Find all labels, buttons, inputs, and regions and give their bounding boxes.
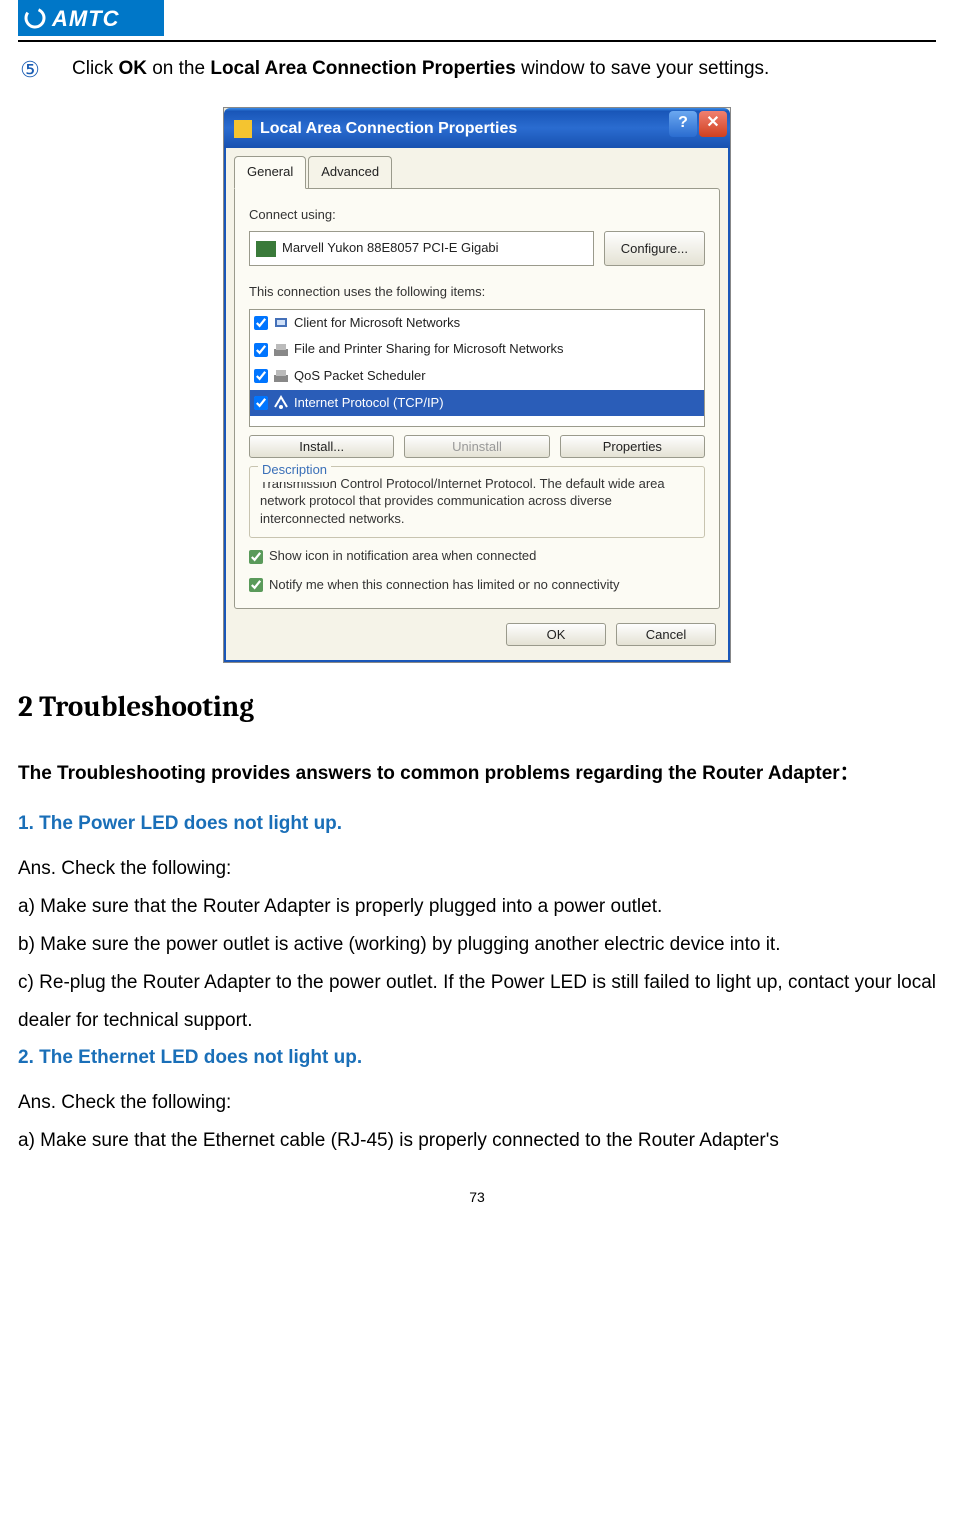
help-button[interactable]: ? — [669, 111, 697, 137]
step-number: ⑤ — [18, 56, 42, 85]
uninstall-button: Uninstall — [404, 435, 549, 458]
notify-label: Notify me when this connection has limit… — [269, 573, 619, 598]
tab-general-label: General — [247, 164, 293, 179]
connect-using-label: Connect using: — [249, 203, 705, 228]
install-label: Install... — [299, 439, 344, 454]
component-icon — [272, 314, 290, 332]
cancel-label: Cancel — [646, 627, 686, 642]
item-checkbox[interactable] — [254, 316, 268, 330]
question-2-title: 2. The Ethernet LED does not light up. — [18, 1040, 936, 1076]
page-number: 73 — [18, 1184, 936, 1211]
list-item-selected[interactable]: Internet Protocol (TCP/IP) — [250, 390, 704, 417]
t4: Local Area Connection Properties — [210, 58, 515, 79]
screenshot-container: Local Area Connection Properties ? ✕ Gen… — [18, 107, 936, 663]
item-checkbox[interactable] — [254, 369, 268, 383]
list-item[interactable]: Client for Microsoft Networks — [250, 310, 704, 337]
document-page: AMTC ⑤ Click OK on the Local Area Connec… — [0, 0, 954, 1240]
protocol-icon — [272, 394, 290, 412]
notify-checkbox[interactable] — [249, 578, 263, 592]
t5: window to save your settings. — [516, 58, 769, 79]
header-rule — [18, 40, 936, 42]
answer-1b: b) Make sure the power outlet is active … — [18, 926, 936, 964]
properties-label: Properties — [603, 439, 662, 454]
t1: Click — [72, 58, 118, 79]
cancel-button[interactable]: Cancel — [616, 623, 716, 646]
description-text: Transmission Control Protocol/Internet P… — [260, 475, 694, 528]
section-intro: The Troubleshooting provides answers to … — [18, 756, 936, 792]
install-button[interactable]: Install... — [249, 435, 394, 458]
component-icon — [272, 341, 290, 359]
show-icon-label: Show icon in notification area when conn… — [269, 544, 536, 569]
show-icon-option[interactable]: Show icon in notification area when conn… — [249, 544, 705, 569]
connection-items-list[interactable]: Client for Microsoft Networks File and P… — [249, 309, 705, 427]
description-legend: Description — [258, 458, 331, 483]
adapter-field[interactable]: Marvell Yukon 88E8057 PCI-E Gigabi — [249, 231, 594, 266]
list-item[interactable]: QoS Packet Scheduler — [250, 363, 704, 390]
adapter-name: Marvell Yukon 88E8057 PCI-E Gigabi — [282, 236, 499, 261]
dialog-title: Local Area Connection Properties — [260, 114, 517, 144]
notify-option[interactable]: Notify me when this connection has limit… — [249, 573, 705, 598]
close-icon: ✕ — [706, 108, 719, 138]
ok-label: OK — [547, 627, 566, 642]
nic-icon — [256, 241, 276, 257]
tab-advanced-label: Advanced — [321, 164, 379, 179]
tab-content: Connect using: Marvell Yukon 88E8057 PCI… — [234, 188, 720, 609]
properties-dialog: Local Area Connection Properties ? ✕ Gen… — [223, 107, 731, 663]
section-heading: 2 Troubleshooting — [18, 691, 936, 726]
uninstall-label: Uninstall — [452, 439, 502, 454]
brand-logo: AMTC — [18, 0, 164, 36]
close-button[interactable]: ✕ — [699, 111, 727, 137]
description-group: Description Transmission Control Protoco… — [249, 466, 705, 539]
question-1-title: 1. The Power LED does not light up. — [18, 806, 936, 842]
list-item[interactable]: File and Printer Sharing for Microsoft N… — [250, 336, 704, 363]
tab-general[interactable]: General — [234, 156, 306, 189]
answer-label: Ans. Check the following: — [18, 1084, 936, 1122]
instruction-step: ⑤ Click OK on the Local Area Connection … — [18, 56, 936, 85]
answer-1a: a) Make sure that the Router Adapter is … — [18, 888, 936, 926]
item-checkbox[interactable] — [254, 343, 268, 357]
show-icon-checkbox[interactable] — [249, 550, 263, 564]
svg-text:AMTC: AMTC — [51, 6, 120, 31]
ok-button[interactable]: OK — [506, 623, 606, 646]
tab-advanced[interactable]: Advanced — [308, 156, 392, 188]
dialog-titlebar[interactable]: Local Area Connection Properties — [224, 108, 669, 148]
item-label: Internet Protocol (TCP/IP) — [294, 391, 444, 416]
component-icon — [272, 367, 290, 385]
answer-1c: c) Re-plug the Router Adapter to the pow… — [18, 964, 936, 1040]
items-label: This connection uses the following items… — [249, 280, 705, 305]
properties-button[interactable]: Properties — [560, 435, 705, 458]
item-label: Client for Microsoft Networks — [294, 311, 460, 336]
item-label: File and Printer Sharing for Microsoft N… — [294, 337, 563, 362]
t3: on the — [147, 58, 210, 79]
configure-label: Configure... — [621, 241, 688, 256]
item-label: QoS Packet Scheduler — [294, 364, 426, 389]
step-text: Click OK on the Local Area Connection Pr… — [72, 56, 769, 83]
tab-bar: General Advanced — [226, 148, 728, 188]
answer-2a: a) Make sure that the Ethernet cable (RJ… — [18, 1122, 936, 1160]
window-icon — [234, 120, 252, 138]
item-checkbox[interactable] — [254, 396, 268, 410]
help-icon: ? — [678, 108, 688, 138]
answer-label: Ans. Check the following: — [18, 850, 936, 888]
configure-button[interactable]: Configure... — [604, 231, 705, 266]
t2: OK — [118, 58, 147, 79]
